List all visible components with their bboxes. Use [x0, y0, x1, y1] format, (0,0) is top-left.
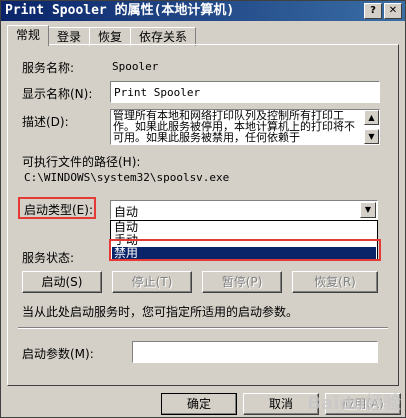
display-name-label: 显示名称(N):: [22, 87, 93, 101]
startup-type-select[interactable]: 自动 ▼: [110, 200, 378, 220]
start-button[interactable]: 启动(S): [22, 271, 102, 293]
service-name-value: Spooler: [112, 60, 159, 73]
params-label: 启动参数(M):: [22, 347, 94, 361]
tab-general[interactable]: 常规: [7, 25, 50, 46]
disabled-option-highlight: [109, 239, 381, 261]
params-input[interactable]: [132, 341, 378, 363]
service-name-label: 服务名称:: [22, 61, 75, 75]
exe-path-label: 可执行文件的路径(H):: [22, 155, 141, 169]
title-bar[interactable]: Print Spooler 的属性(本地计算机) ? ✕: [1, 1, 405, 21]
display-name-value: Print Spooler: [114, 86, 201, 99]
properties-window: Print Spooler 的属性(本地计算机) ? ✕ 常规 登录 恢复 依存…: [0, 0, 406, 418]
display-name-field[interactable]: Print Spooler: [110, 81, 380, 103]
pause-button[interactable]: 暂停(P): [202, 271, 282, 293]
description-label: 描述(D):: [22, 115, 69, 129]
chevron-down-icon[interactable]: ▼: [360, 202, 376, 218]
startup-type-label: 启动类型(E):: [24, 203, 93, 217]
startup-hint: 当从此处启动服务时，您可指定所适用的启动参数。: [22, 305, 299, 319]
resume-button[interactable]: 恢复(R): [292, 271, 378, 293]
watermark-logo: Baidu经验: [307, 393, 401, 414]
description-box[interactable]: 管理所有本地和网络打印队列及控制所有打印工作。如果此服务被停用，本地计算机上的打…: [110, 109, 380, 145]
close-button[interactable]: ✕: [384, 3, 402, 19]
service-status-label: 服务状态:: [22, 251, 75, 265]
general-panel: 服务名称: Spooler 显示名称(N): Print Spooler 描述(…: [7, 44, 399, 386]
description-text: 管理所有本地和网络打印队列及控制所有打印工作。如果此服务被停用，本地计算机上的打…: [113, 109, 355, 144]
scroll-down-icon[interactable]: ▼: [364, 129, 379, 144]
ok-button[interactable]: 确定: [161, 393, 237, 415]
scroll-up-icon[interactable]: ▲: [364, 110, 379, 125]
stop-button[interactable]: 停止(T): [112, 271, 192, 293]
window-title: Print Spooler 的属性(本地计算机): [5, 3, 235, 18]
startup-type-value: 自动: [114, 205, 139, 219]
help-button[interactable]: ?: [364, 3, 382, 19]
option-auto[interactable]: 自动: [112, 221, 376, 234]
divider: [18, 327, 388, 329]
exe-path-value: C:\WINDOWS\system32\spoolsv.exe: [24, 171, 230, 184]
tab-strip: 常规 登录 恢复 依存关系: [7, 25, 197, 46]
